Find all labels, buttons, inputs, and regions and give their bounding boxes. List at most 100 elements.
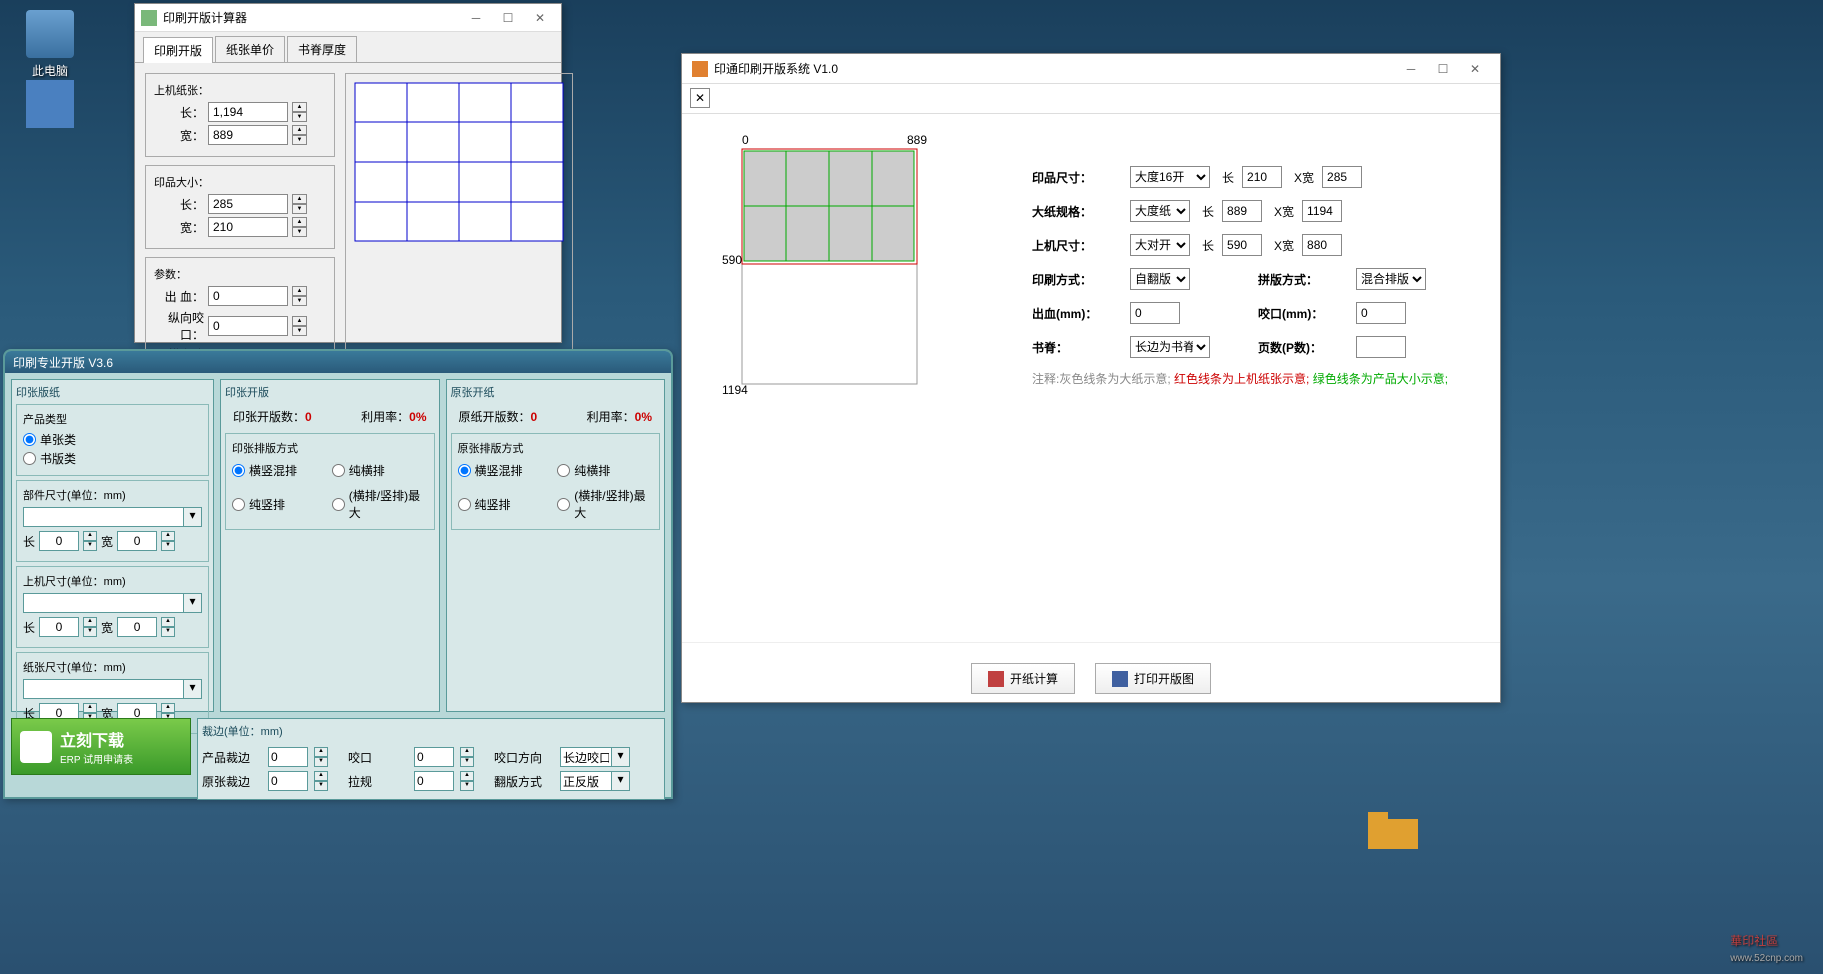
select-print-method[interactable]: 自翻版 (1130, 268, 1190, 290)
input-machine-w[interactable] (117, 617, 157, 637)
desktop-icon-computer[interactable]: 此电脑 (20, 10, 80, 79)
input-bleed[interactable] (208, 286, 288, 306)
close-button[interactable]: ✕ (1460, 59, 1490, 79)
spinner[interactable]: ▲▼ (83, 617, 97, 637)
input-vgrip[interactable] (208, 316, 288, 336)
input-paper-width[interactable] (208, 125, 288, 145)
spinner[interactable]: ▲▼ (292, 316, 307, 336)
radio-v[interactable] (232, 498, 245, 511)
input-part-w[interactable] (117, 531, 157, 551)
tab-imposition[interactable]: 印刷开版 (143, 37, 213, 63)
group-label: 上机纸张： (154, 82, 326, 98)
radio-max[interactable] (332, 498, 345, 511)
input-grip[interactable] (414, 747, 454, 767)
input-product-width[interactable] (208, 217, 288, 237)
input-pull[interactable] (414, 771, 454, 791)
window-controls: ─ ☐ ✕ (461, 8, 555, 28)
dropdown-button[interactable]: ▾ (184, 593, 202, 613)
radio-mix[interactable] (458, 464, 471, 477)
spinner[interactable]: ▲▼ (292, 286, 307, 306)
input-machine-l[interactable] (1222, 234, 1262, 256)
select-grip-dir[interactable] (560, 747, 612, 767)
select-spine[interactable]: 长边为书脊 (1130, 336, 1210, 358)
dropdown-button[interactable]: ▾ (612, 771, 630, 791)
input-paper-length[interactable] (208, 102, 288, 122)
dropdown-button[interactable]: ▾ (184, 679, 202, 699)
radio-label: 横竖混排 (475, 462, 523, 479)
spinner[interactable]: ▲▼ (161, 531, 175, 551)
panel-margins: 裁边(单位：mm) 产品裁边▲▼ 原张裁边▲▼ 咬口▲▼ 拉规▲▼ 咬口方向▾ … (197, 718, 665, 800)
label-length: 长： (154, 196, 204, 213)
titlebar[interactable]: 印通印刷开版系统 V1.0 ─☐✕ (682, 54, 1500, 84)
watermark: 華印社區 www.52cnp.com (1730, 921, 1803, 964)
input-paper-w[interactable] (1302, 200, 1342, 222)
radio-single[interactable] (23, 433, 36, 446)
spinner[interactable]: ▲▼ (292, 102, 307, 122)
input-paper-preset[interactable] (23, 679, 184, 699)
spinner[interactable]: ▲▼ (161, 617, 175, 637)
radio-mix[interactable] (232, 464, 245, 477)
print-button[interactable]: 打印开版图 (1095, 663, 1211, 694)
dropdown-button[interactable]: ▾ (184, 507, 202, 527)
select-paper-preset[interactable]: 大度纸 (1130, 200, 1190, 222)
tab-paper-price[interactable]: 纸张单价 (215, 36, 285, 62)
radio-label: (横排/竖排)最大 (349, 487, 428, 521)
dropdown-button[interactable]: ▾ (612, 747, 630, 767)
label-l: 长 (1222, 169, 1234, 186)
input-product-l[interactable] (1242, 166, 1282, 188)
input-grip[interactable] (1356, 302, 1406, 324)
spinner[interactable]: ▲▼ (292, 194, 307, 214)
minimize-button[interactable]: ─ (461, 8, 491, 28)
radio-book[interactable] (23, 452, 36, 465)
calculate-button[interactable]: 开纸计算 (971, 663, 1075, 694)
spinner[interactable]: ▲▼ (460, 747, 474, 767)
radio-v[interactable] (458, 498, 471, 511)
radio-h[interactable] (557, 464, 570, 477)
input-bleed[interactable] (1130, 302, 1180, 324)
spinner[interactable]: ▲▼ (292, 217, 307, 237)
input-machine-preset[interactable] (23, 593, 184, 613)
button-label: 打印开版图 (1134, 670, 1194, 687)
input-machine-l[interactable] (39, 617, 79, 637)
radio-h[interactable] (332, 464, 345, 477)
input-orig-margin[interactable] (268, 771, 308, 791)
input-paper-l[interactable] (1222, 200, 1262, 222)
spinner[interactable]: ▲▼ (314, 771, 328, 791)
close-tool-button[interactable]: ✕ (690, 88, 710, 108)
select-impose-method[interactable]: 混合排版 (1356, 268, 1426, 290)
desktop-icon-2[interactable] (20, 80, 80, 132)
titlebar[interactable]: 印刷专业开版 V3.6 (5, 351, 671, 373)
computer-icon (26, 10, 74, 58)
input-part-l[interactable] (39, 531, 79, 551)
spinner[interactable]: ▲▼ (292, 125, 307, 145)
input-pages[interactable] (1356, 336, 1406, 358)
input-machine-w[interactable] (1302, 234, 1342, 256)
maximize-button[interactable]: ☐ (1428, 59, 1458, 79)
select-flip[interactable] (560, 771, 612, 791)
radio-label: 横竖混排 (249, 462, 297, 479)
label-spine: 书脊： (1032, 339, 1122, 356)
group-machine-size: 上机尺寸(单位：mm) ▾ 长▲▼宽▲▼ (16, 566, 209, 648)
input-product-w[interactable] (1322, 166, 1362, 188)
download-button[interactable]: 立刻下载ERP 试用申请表 (11, 718, 191, 775)
input-product-margin[interactable] (268, 747, 308, 767)
select-product-preset[interactable]: 大度16开 (1130, 166, 1210, 188)
panel-sheet-imposition: 印张开版 印张开版数：0利用率：0% 印张排版方式 横竖混排 纯横排 纯竖排 (… (220, 379, 440, 712)
spinner[interactable]: ▲▼ (460, 771, 474, 791)
minimize-button[interactable]: ─ (1396, 59, 1426, 79)
spinner[interactable]: ▲▼ (314, 747, 328, 767)
scissors-icon (988, 671, 1004, 687)
close-button[interactable]: ✕ (525, 8, 555, 28)
maximize-button[interactable]: ☐ (493, 8, 523, 28)
label-machine-size: 上机尺寸： (1032, 237, 1122, 254)
titlebar[interactable]: 印刷开版计算器 ─ ☐ ✕ (135, 4, 561, 32)
select-machine-preset[interactable]: 大对开 (1130, 234, 1190, 256)
printer-icon (1112, 671, 1128, 687)
tab-spine[interactable]: 书脊厚度 (287, 36, 357, 62)
taskbar-folder-icon[interactable] (1363, 804, 1423, 854)
input-part-preset[interactable] (23, 507, 184, 527)
download-icon (20, 731, 52, 763)
radio-max[interactable] (557, 498, 570, 511)
spinner[interactable]: ▲▼ (83, 531, 97, 551)
input-product-length[interactable] (208, 194, 288, 214)
